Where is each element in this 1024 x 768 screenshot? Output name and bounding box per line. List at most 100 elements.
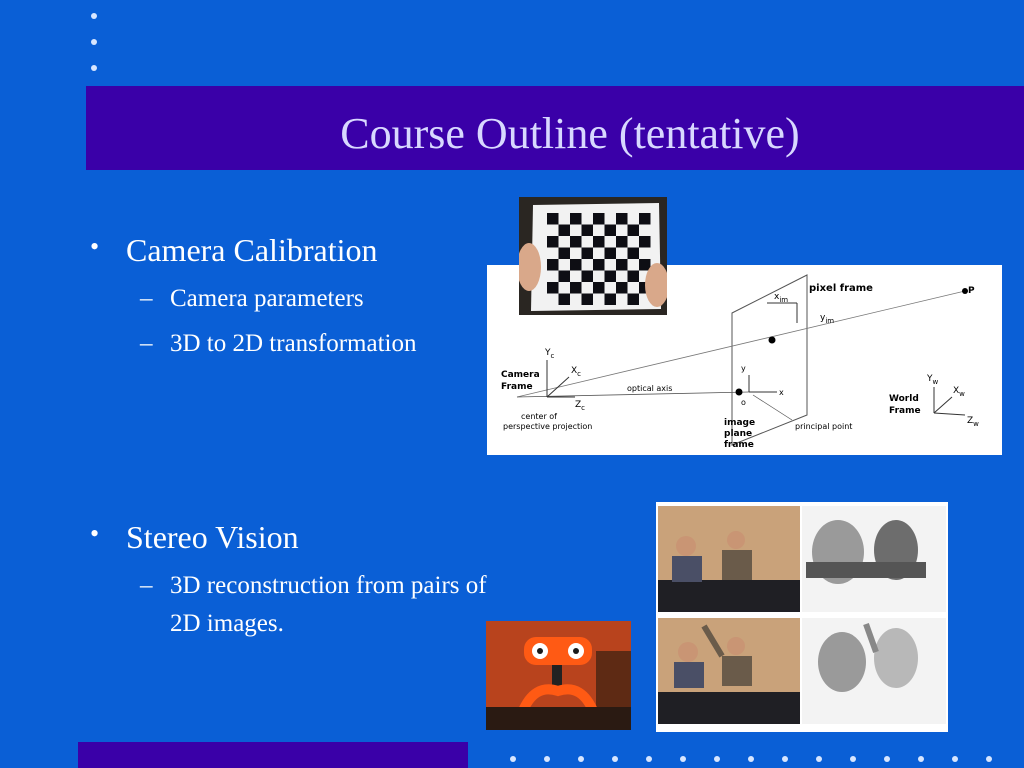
- decor-dot: [714, 756, 720, 762]
- checker-cell: [639, 213, 651, 225]
- decor-dot: [544, 756, 550, 762]
- checker-cell: [616, 213, 628, 225]
- decor-dot: [782, 756, 788, 762]
- checker-cell: [581, 224, 593, 236]
- checker-cell: [593, 259, 605, 271]
- checker-cell: [604, 224, 616, 236]
- checker-cell: [547, 282, 559, 294]
- bullet-mark: •: [90, 519, 100, 548]
- checker-cell: [627, 270, 639, 282]
- decor-dot: [952, 756, 958, 762]
- world-z-axis: [933, 412, 966, 416]
- stereo-composite-svg: [656, 502, 948, 732]
- optical-axis-label: optical axis: [627, 384, 672, 393]
- xw-label: Xw: [953, 386, 965, 398]
- decor-dot: [510, 756, 516, 762]
- decor-dot: [850, 756, 856, 762]
- decor-dot: [646, 756, 652, 762]
- robot-photo: [486, 621, 631, 730]
- checker-cell: [616, 236, 628, 248]
- decor-dot: [91, 13, 97, 19]
- y-im-label: yim: [820, 313, 834, 325]
- zc-label: Zc: [575, 400, 585, 412]
- decor-dot: [578, 756, 584, 762]
- checker-cell: [570, 259, 582, 271]
- checker-cell: [627, 247, 639, 259]
- dash-mark: –: [140, 330, 153, 357]
- checker-cell: [558, 224, 570, 236]
- decor-dot: [986, 756, 992, 762]
- subitem-3d-to-2d: – 3D to 2D transformation: [140, 325, 417, 363]
- slide-title: Course Outline (tentative): [340, 109, 800, 158]
- subitem-text: 3D to 2D transformation: [170, 330, 417, 357]
- checker-cell: [616, 259, 628, 271]
- checker-cell: [558, 247, 570, 259]
- camera-x-axis: [546, 376, 570, 398]
- point-principal: [735, 388, 743, 396]
- subitem-text: 2D images.: [170, 610, 284, 637]
- checker-cell: [593, 282, 605, 294]
- image-x-label: x: [779, 388, 784, 397]
- checker-cell: [558, 270, 570, 282]
- bullet-text: Stereo Vision: [126, 519, 299, 555]
- bullet-camera-calibration: • Camera Calibration: [90, 232, 378, 269]
- zw-label: Zw: [967, 416, 979, 428]
- checker-cell: [581, 293, 593, 305]
- pixel-frame-label: pixel frame: [809, 283, 873, 294]
- checker-cell: [593, 213, 605, 225]
- checker-cell: [547, 213, 559, 225]
- image-plane-label-3: frame: [724, 440, 754, 450]
- x-im-label: xim: [774, 292, 788, 304]
- decor-dot: [748, 756, 754, 762]
- center-label-2: perspective projection: [503, 422, 592, 431]
- decor-dot: [918, 756, 924, 762]
- bullet-text: Camera Calibration: [126, 232, 378, 268]
- subitem-text: 3D reconstruction from pairs of: [170, 572, 487, 599]
- world-frame-label-1: World: [889, 394, 919, 404]
- xc-label: Xc: [571, 366, 581, 378]
- checker-cell: [547, 259, 559, 271]
- checker-cell: [627, 224, 639, 236]
- checker-cell: [558, 293, 570, 305]
- subitem-text: Camera parameters: [170, 285, 364, 312]
- checker-cell: [570, 213, 582, 225]
- checker-cell: [639, 259, 651, 271]
- checker-cell: [627, 293, 639, 305]
- dash-mark: –: [140, 572, 153, 599]
- checker-cell: [593, 236, 605, 248]
- decor-dot: [91, 65, 97, 71]
- stereo-depth-composite: [656, 502, 948, 732]
- checkerboard-photo: [519, 197, 667, 315]
- robot-svg: [486, 621, 631, 730]
- decor-dot: [816, 756, 822, 762]
- principal-point-label: principal point: [795, 422, 852, 431]
- checker-cell: [570, 282, 582, 294]
- bullet-stereo-vision: • Stereo Vision: [90, 519, 299, 556]
- decor-dot: [91, 39, 97, 45]
- checker-cell: [581, 270, 593, 282]
- checker-cell: [616, 282, 628, 294]
- image-plane-label-2: plane: [724, 429, 752, 439]
- principal-point-leader: [752, 394, 793, 421]
- subitem-3d-reconstruction-line2: 2D images.: [170, 605, 284, 643]
- camera-frame-label-1: Camera: [501, 370, 540, 380]
- bottom-band: [78, 742, 468, 768]
- checker-cell: [604, 270, 616, 282]
- image-plane-label-1: image: [724, 418, 755, 428]
- checker-cell: [581, 247, 593, 259]
- decor-dot: [884, 756, 890, 762]
- checker-cell: [604, 293, 616, 305]
- world-frame-label-2: Frame: [889, 406, 921, 416]
- checkerboard-svg: [519, 197, 667, 315]
- checker-cell: [639, 236, 651, 248]
- decor-dot: [680, 756, 686, 762]
- dash-mark: –: [140, 285, 153, 312]
- p-label: P: [968, 286, 975, 296]
- title-band: Course Outline (tentative): [86, 86, 1024, 170]
- yc-label: Yc: [544, 348, 555, 360]
- yw-label: Yw: [926, 374, 939, 386]
- world-x-axis: [933, 396, 953, 414]
- decor-dot: [612, 756, 618, 762]
- bullet-mark: •: [90, 232, 100, 261]
- center-label-1: center of: [521, 412, 557, 421]
